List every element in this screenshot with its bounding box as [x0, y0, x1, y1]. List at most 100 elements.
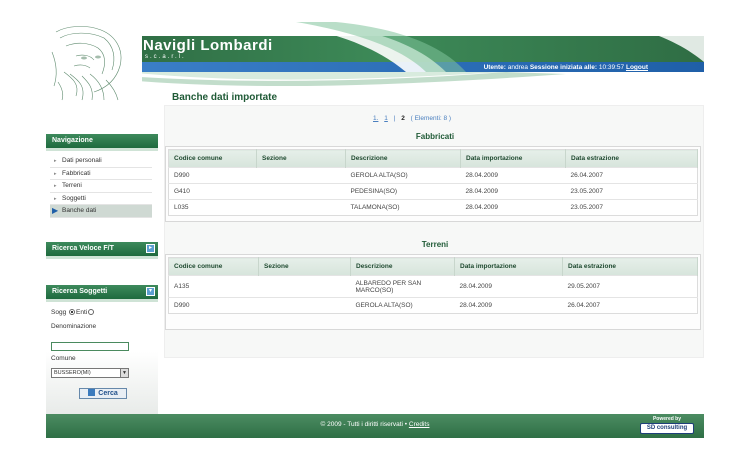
pager-separator: | — [393, 115, 396, 122]
copyright-text: © 2009 - Tutti i diritti riservati • Cre… — [46, 421, 704, 428]
leonardo-portrait-logo — [46, 22, 142, 102]
bullet-icon: ▸ — [54, 158, 57, 164]
sidebar-item-label: Soggetti — [62, 194, 86, 202]
pager-page-2: 2 — [401, 115, 405, 122]
search-icon — [88, 389, 96, 396]
sidebar-item-label: Dati personali — [62, 157, 102, 164]
sidebar-item-label: Terreni — [62, 182, 82, 189]
sidebar-item-label: Banche dati — [62, 207, 97, 214]
page: Navigli Lombardi s.c.a.r.l. Utente: andr… — [46, 22, 704, 438]
user-session-bar: Utente: andrea Sessione iniziata alle: 1… — [484, 64, 648, 71]
table-header-row: Codice comune Sezione Descrizione Data i… — [168, 149, 698, 168]
cell-data-importazione: 28.04.2009 — [460, 167, 566, 184]
ricerca-soggetti-underline — [46, 299, 158, 302]
cerca-button[interactable]: Cerca — [79, 388, 127, 399]
sidebar-item-dati-personali[interactable]: ▸ Dati personali — [50, 155, 152, 168]
ricerca-soggetti-title: Ricerca Soggetti ▾ — [46, 285, 158, 299]
sidebar-item-terreni[interactable]: ▸ Terreni — [50, 180, 152, 193]
user-label: Utente: — [483, 64, 506, 71]
ricerca-soggetti-label: Ricerca Soggetti — [52, 288, 108, 295]
table-row: L035 TALAMONA(SO) 28.04.2009 23.05.2007 — [168, 199, 698, 216]
cell-descrizione: GEROLA ALTA(SO) — [350, 297, 455, 314]
expand-arrow-icon[interactable]: ▸ — [146, 244, 155, 253]
col-data-estrazione: Data estrazione — [562, 257, 698, 276]
cell-sezione — [258, 275, 351, 298]
cell-codice: A135 — [168, 275, 259, 298]
powered-by-badge[interactable]: Powered by SD consulting — [638, 416, 696, 436]
sidebar-item-banche-dati[interactable]: ▶ Banche dati — [50, 205, 152, 218]
cell-descrizione: PEDESINA(SO) — [345, 183, 461, 200]
cell-data-importazione: 28.04.2009 — [454, 275, 563, 298]
ricerca-soggetti-panel: Ricerca Soggetti ▾ — [46, 285, 158, 302]
cell-descrizione: GEROLA ALTA(SO) — [345, 167, 461, 184]
cell-codice: G410 — [168, 183, 257, 200]
sidebar: Navigazione ▸ Dati personali ▸ Fabbricati … — [46, 102, 158, 414]
enti-label: Enti — [76, 309, 88, 316]
enti-radio[interactable] — [88, 309, 95, 315]
denominazione-input[interactable] — [51, 342, 129, 351]
session-label: Sessione iniziata alle: — [529, 64, 598, 71]
arrow-right-icon: ▶ — [52, 206, 59, 215]
denominazione-label: Denominazione — [51, 323, 97, 330]
cell-sezione — [256, 183, 346, 200]
cerca-label: Cerca — [98, 390, 118, 397]
col-data-estrazione: Data estrazione — [565, 149, 698, 168]
bullet-icon: ▸ — [54, 183, 57, 189]
pager-elements-count: ( Elementi: 8 ) — [410, 115, 452, 122]
col-descrizione: Descrizione — [350, 257, 455, 276]
comune-select[interactable]: BUSSERO(MI) ▼ — [51, 368, 129, 378]
terreni-title: Terreni — [421, 240, 449, 249]
table-row: D990 GEROLA ALTA(SO) 28.04.2009 26.04.20… — [168, 297, 698, 314]
cell-codice: D990 — [168, 167, 257, 184]
user-name: andrea — [507, 64, 529, 71]
cell-data-estrazione: 29.05.2007 — [562, 275, 698, 298]
sogg-label: Sogg — [51, 309, 67, 316]
pager-prefix[interactable]: 1. — [373, 115, 378, 122]
banche-dati-panel: 1. 1 | 2 ( Elementi: 8 ) Fabbricati Codi… — [164, 105, 704, 358]
terreni-table: Codice comune Sezione Descrizione Data i… — [168, 257, 698, 314]
col-descrizione: Descrizione — [345, 149, 461, 168]
cell-data-estrazione: 23.05.2007 — [565, 199, 698, 216]
chevron-down-icon: ▼ — [120, 369, 128, 377]
ricerca-veloce-panel: Ricerca Veloce F/T ▸ — [46, 242, 158, 259]
fabbricati-table-frame: Codice comune Sezione Descrizione Data i… — [165, 146, 701, 222]
credits-link[interactable]: Credits — [409, 421, 430, 428]
bullet-icon: ▸ — [54, 170, 57, 177]
cell-data-importazione: 28.04.2009 — [460, 199, 566, 216]
cell-sezione — [256, 167, 346, 184]
sidebar-item-fabbricati[interactable]: ▸ Fabbricati — [50, 168, 152, 180]
cell-sezione — [256, 199, 346, 216]
sidebar-item-soggetti[interactable]: ▸ Soggetti — [50, 193, 152, 205]
site-title: Navigli Lombardi — [143, 37, 273, 54]
navigation-list: ▸ Dati personali ▸ Fabbricati ▸ Terreni ▸ So… — [50, 155, 152, 218]
main-content: Banche dati importate 1. 1 | 2 ( Element… — [164, 90, 704, 410]
logout-link[interactable]: Logout — [626, 64, 648, 71]
pager-page-1[interactable]: 1 — [384, 115, 388, 122]
navigation-panel: Navigazione — [46, 134, 158, 151]
ricerca-veloce-title: Ricerca Veloce F/T ▸ — [46, 242, 158, 256]
navigation-title: Navigazione — [46, 134, 158, 148]
footer: © 2009 - Tutti i diritti riservati • Cre… — [46, 414, 704, 438]
table-row: G410 PEDESINA(SO) 28.04.2009 23.05.2007 — [168, 183, 698, 200]
col-data-importazione: Data importazione — [460, 149, 566, 168]
bullet-icon: ▸ — [54, 195, 57, 202]
col-sezione: Sezione — [256, 149, 346, 168]
table-row: A135 ALBAREDO PER SAN MARCO(SO) 28.04.20… — [168, 275, 698, 298]
ricerca-veloce-underline — [46, 256, 158, 259]
col-data-importazione: Data importazione — [454, 257, 563, 276]
table-row: D990 GEROLA ALTA(SO) 28.04.2009 26.04.20… — [168, 167, 698, 184]
fabbricati-title: Fabbricati — [415, 132, 455, 141]
cell-descrizione: TALAMONA(SO) — [345, 199, 461, 216]
collapse-arrow-icon[interactable]: ▾ — [146, 287, 155, 296]
powered-by-label: Powered by — [652, 416, 682, 422]
table-header-row: Codice comune Sezione Descrizione Data i… — [168, 257, 698, 276]
sogg-radio[interactable] — [69, 309, 75, 315]
cell-codice: D990 — [168, 297, 259, 314]
type-radio-row: Sogg Enti — [51, 309, 95, 316]
cell-data-importazione: 28.04.2009 — [460, 183, 566, 200]
ricerca-veloce-label: Ricerca Veloce F/T — [52, 245, 114, 252]
comune-selected-value: BUSSERO(MI) — [54, 370, 91, 376]
navigation-title-underline — [46, 148, 158, 151]
cell-descrizione: ALBAREDO PER SAN MARCO(SO) — [350, 275, 455, 298]
comune-label: Comune — [51, 355, 76, 362]
